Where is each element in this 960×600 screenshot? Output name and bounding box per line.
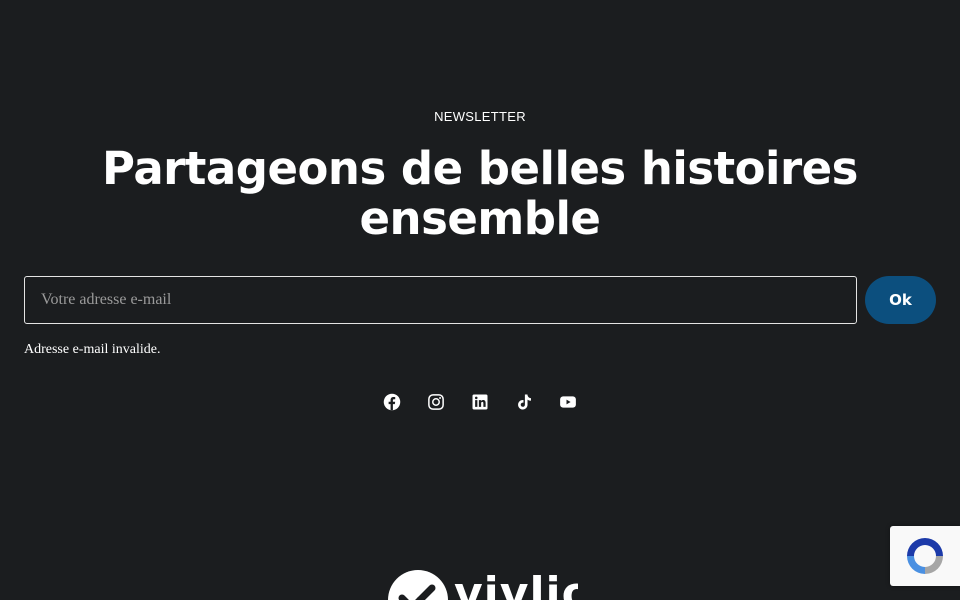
logo-mark-icon xyxy=(388,570,448,600)
facebook-link[interactable] xyxy=(380,390,404,414)
newsletter-headline: Partageons de belles histoires ensemble xyxy=(102,142,858,245)
recaptcha-badge[interactable] xyxy=(890,526,960,586)
youtube-link[interactable] xyxy=(556,390,580,414)
tiktok-icon xyxy=(518,394,531,410)
linkedin-link[interactable] xyxy=(468,390,492,414)
submit-button[interactable]: Ok xyxy=(865,276,936,324)
section-eyebrow: NEWSLETTER xyxy=(434,109,526,124)
youtube-icon xyxy=(560,396,576,408)
vivlio-logo[interactable]: vivlio xyxy=(388,570,578,600)
logo-text: vivlio xyxy=(454,570,578,600)
email-input[interactable] xyxy=(24,276,857,324)
facebook-icon xyxy=(383,393,401,411)
social-links xyxy=(380,390,580,414)
tiktok-link[interactable] xyxy=(512,390,536,414)
instagram-link[interactable] xyxy=(424,390,448,414)
linkedin-icon xyxy=(472,394,488,410)
instagram-icon xyxy=(428,394,444,410)
recaptcha-icon xyxy=(907,538,943,574)
email-error-message: Adresse e-mail invalide. xyxy=(24,342,161,357)
